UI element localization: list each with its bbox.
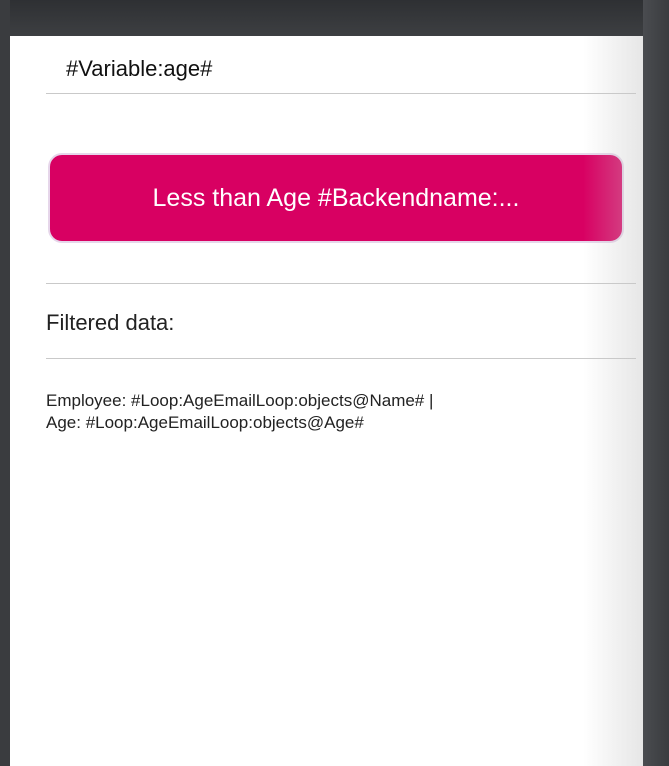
app-screen: #Variable:age# Less than Age #Backendnam… (10, 36, 643, 766)
result-employee-line: Employee: #Loop:AgeEmailLoop:objects@Nam… (46, 391, 434, 410)
filtered-result-item: Employee: #Loop:AgeEmailLoop:objects@Nam… (46, 390, 636, 434)
divider (46, 358, 636, 359)
less-than-age-button[interactable]: Less than Age #Backendname:... (48, 153, 624, 243)
divider (46, 93, 636, 94)
filtered-data-label: Filtered data: (46, 310, 175, 335)
device-frame-right (643, 0, 669, 766)
age-variable-field[interactable]: #Variable:age# (66, 56, 212, 82)
result-age-line: Age: #Loop:AgeEmailLoop:objects@Age# (46, 413, 364, 432)
device-frame-top (0, 0, 669, 36)
divider (46, 283, 636, 284)
device-frame-left (0, 0, 10, 766)
